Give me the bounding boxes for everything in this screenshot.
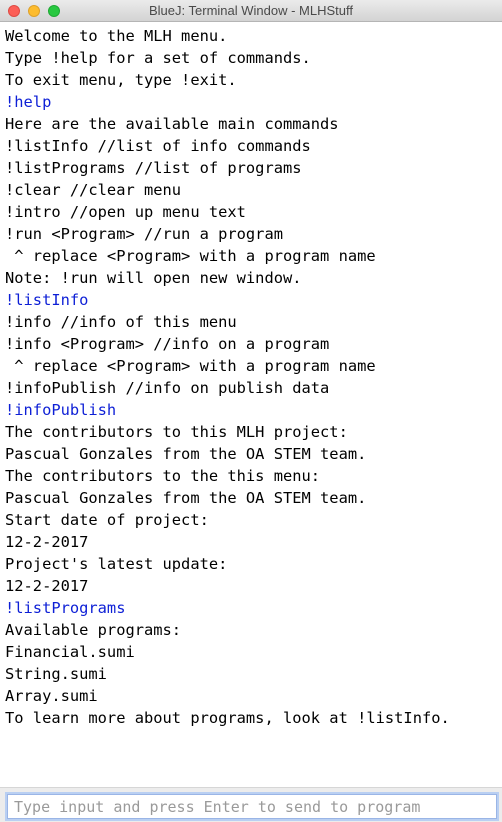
- terminal-output-line: 12-2-2017: [5, 577, 89, 595]
- input-area: [0, 787, 502, 822]
- terminal-output-line: !info <Program> //info on a program: [5, 335, 330, 353]
- terminal-output-line: Here are the available main commands: [5, 115, 339, 133]
- terminal-output-line: !run <Program> //run a program: [5, 225, 283, 243]
- terminal-output-line: 12-2-2017: [5, 533, 89, 551]
- terminal-output-line: Start date of project:: [5, 511, 209, 529]
- terminal-output-line: ^ replace <Program> with a program name: [5, 357, 376, 375]
- window-title: BlueJ: Terminal Window - MLHStuff: [149, 3, 353, 18]
- terminal-output-line: Available programs:: [5, 621, 182, 639]
- program-input-field[interactable]: [7, 794, 497, 819]
- terminal-output-line: Welcome to the MLH menu.: [5, 27, 228, 45]
- terminal-output-line: !listInfo //list of info commands: [5, 137, 311, 155]
- terminal-output-line: Financial.sumi: [5, 643, 135, 661]
- terminal-output-line: Pascual Gonzales from the OA STEM team.: [5, 445, 367, 463]
- terminal-output-line: The contributors to the this menu:: [5, 467, 321, 485]
- terminal-output-line: Type !help for a set of commands.: [5, 49, 311, 67]
- terminal-output-line: To learn more about programs, look at !l…: [5, 709, 450, 727]
- terminal-output-line: Project's latest update:: [5, 555, 228, 573]
- terminal-output-line: ^ replace <Program> with a program name: [5, 247, 376, 265]
- terminal-command-line: !listPrograms: [5, 599, 126, 617]
- terminal-output-line: Array.sumi: [5, 687, 98, 705]
- terminal-output-line: !intro //open up menu text: [5, 203, 246, 221]
- terminal-output-line: String.sumi: [5, 665, 107, 683]
- title-bar[interactable]: BlueJ: Terminal Window - MLHStuff: [0, 0, 502, 22]
- terminal-output-line: !info //info of this menu: [5, 313, 237, 331]
- terminal-output[interactable]: Welcome to the MLH menu. Type !help for a…: [0, 22, 502, 787]
- terminal-output-line: Pascual Gonzales from the OA STEM team.: [5, 489, 367, 507]
- terminal-command-line: !help: [5, 93, 52, 111]
- terminal-output-line: !infoPublish //info on publish data: [5, 379, 330, 397]
- terminal-output-line: Note: !run will open new window.: [5, 269, 302, 287]
- terminal-output-line: To exit menu, type !exit.: [5, 71, 237, 89]
- terminal-command-line: !listInfo: [5, 291, 89, 309]
- terminal-output-line: The contributors to this MLH project:: [5, 423, 348, 441]
- terminal-output-line: !listPrograms //list of programs: [5, 159, 302, 177]
- terminal-output-line: !clear //clear menu: [5, 181, 182, 199]
- terminal-command-line: !infoPublish: [5, 401, 117, 419]
- terminal-window: BlueJ: Terminal Window - MLHStuff Welcom…: [0, 0, 502, 822]
